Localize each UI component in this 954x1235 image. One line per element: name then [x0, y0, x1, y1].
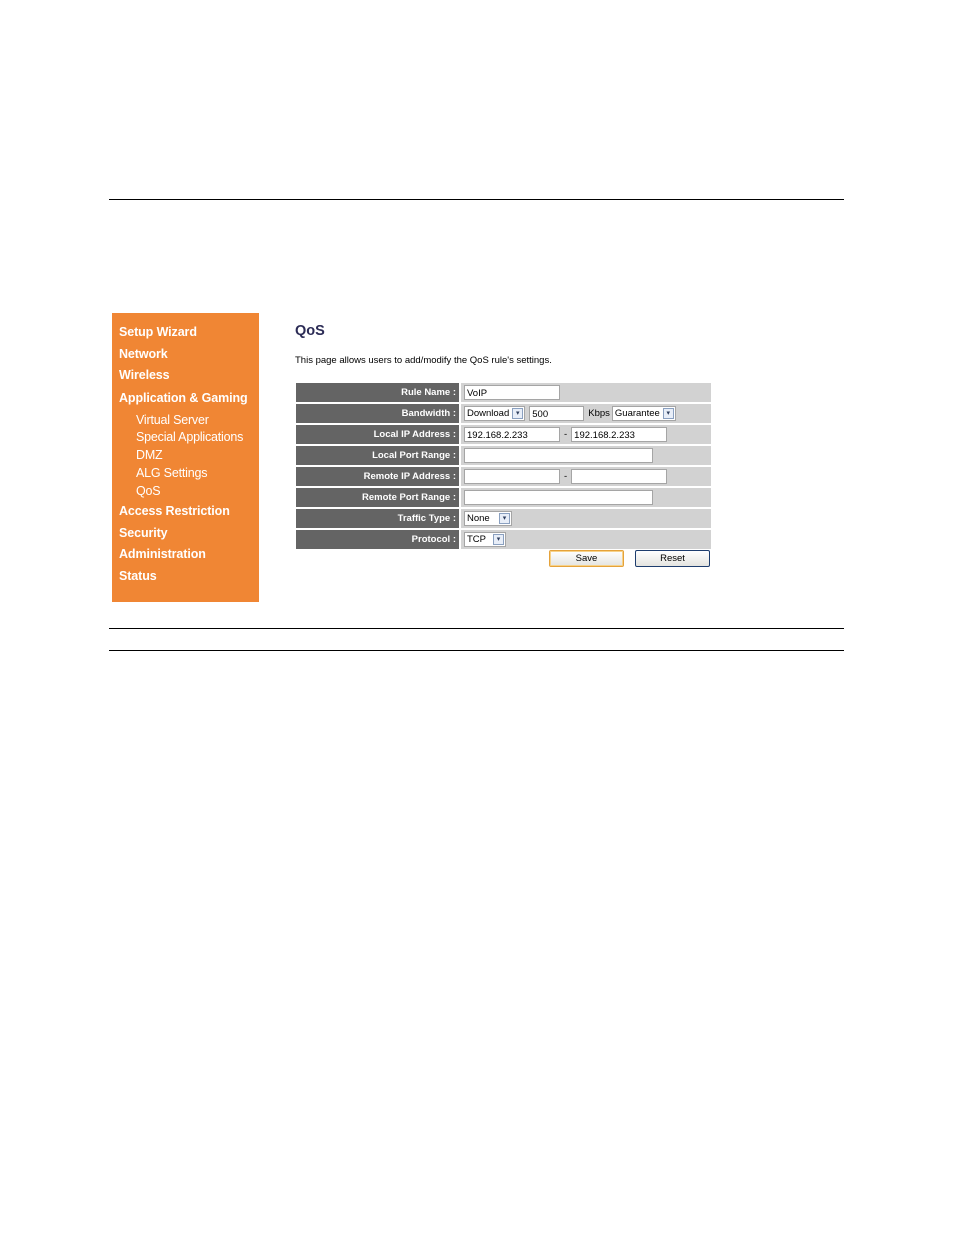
bandwidth-input[interactable]: 500 [529, 406, 585, 421]
local-ip-label: Local IP Address : [296, 425, 459, 444]
sidebar-item-setup-wizard[interactable]: Setup Wizard [119, 325, 197, 339]
chevron-down-icon[interactable]: ▾ [493, 534, 504, 545]
bandwidth-cell: Download ▾ 500 Kbps Guarantee ▾ [461, 404, 711, 423]
sidebar-item-network[interactable]: Network [119, 347, 168, 361]
traffic-type-value: None [467, 513, 490, 524]
qos-rule-form: Rule Name : VoIP Bandwidth : Download ▾ … [296, 383, 711, 551]
bandwidth-mode-select[interactable]: Guarantee ▾ [611, 406, 676, 421]
sidebar-item-wireless[interactable]: Wireless [119, 368, 170, 382]
row-local-port: Local Port Range : [296, 446, 711, 465]
remote-ip-start-input[interactable] [464, 469, 560, 484]
sidebar-item-access-restriction[interactable]: Access Restriction [119, 504, 230, 518]
remote-ip-end-input[interactable] [571, 469, 668, 484]
remote-port-label: Remote Port Range : [296, 488, 459, 507]
bandwidth-unit: Kbps [588, 408, 610, 419]
rule-name-input[interactable]: VoIP [464, 385, 560, 400]
save-button[interactable]: Save [549, 550, 624, 567]
sidebar-item-administration[interactable]: Administration [119, 547, 206, 561]
page-description: This page allows users to add/modify the… [295, 355, 552, 366]
sidebar-subitem-virtual-server[interactable]: Virtual Server [136, 413, 209, 427]
local-port-cell [461, 446, 711, 465]
row-remote-ip: Remote IP Address : - [296, 467, 711, 486]
bandwidth-direction-value: Download [467, 408, 510, 419]
local-ip-start-input[interactable]: 192.168.2.233 [464, 427, 560, 442]
traffic-type-select[interactable]: None ▾ [464, 511, 512, 526]
rule-name-label: Rule Name : [296, 383, 459, 402]
rule-name-cell: VoIP [461, 383, 711, 402]
bottom-divider-upper [109, 628, 844, 629]
chevron-down-icon[interactable]: ▾ [499, 513, 510, 524]
remote-ip-label: Remote IP Address : [296, 467, 459, 486]
remote-port-cell [461, 488, 711, 507]
sidebar-subitem-special-applications[interactable]: Special Applications [136, 430, 243, 444]
top-divider [109, 199, 844, 200]
traffic-type-label: Traffic Type : [296, 509, 459, 528]
row-remote-port: Remote Port Range : [296, 488, 711, 507]
row-bandwidth: Bandwidth : Download ▾ 500 Kbps Guarante… [296, 404, 711, 423]
local-port-input[interactable] [464, 448, 653, 463]
sidebar-subitem-alg-settings[interactable]: ALG Settings [136, 466, 207, 480]
local-port-label: Local Port Range : [296, 446, 459, 465]
page-title: QoS [295, 323, 325, 339]
row-protocol: Protocol : TCP ▾ [296, 530, 711, 549]
row-local-ip: Local IP Address : 192.168.2.233 - 192.1… [296, 425, 711, 444]
remote-ip-cell: - [461, 467, 711, 486]
sidebar-item-status[interactable]: Status [119, 569, 157, 583]
bandwidth-mode-value: Guarantee [614, 408, 660, 419]
row-rule-name: Rule Name : VoIP [296, 383, 711, 402]
chevron-down-icon[interactable]: ▾ [662, 408, 674, 419]
sidebar-nav: Setup Wizard Network Wireless Applicatio… [112, 313, 259, 602]
traffic-type-cell: None ▾ [461, 509, 711, 528]
sidebar-subitem-dmz[interactable]: DMZ [136, 448, 163, 462]
chevron-down-icon[interactable]: ▾ [512, 408, 524, 419]
bottom-divider-lower [109, 650, 844, 651]
reset-button[interactable]: Reset [635, 550, 710, 567]
protocol-value: TCP [467, 534, 486, 545]
sidebar-subitem-qos[interactable]: QoS [136, 484, 161, 498]
protocol-cell: TCP ▾ [461, 530, 711, 549]
sidebar-item-security[interactable]: Security [119, 526, 168, 540]
remote-port-input[interactable] [464, 490, 653, 505]
remote-ip-separator: - [564, 471, 568, 482]
sidebar-item-application-gaming[interactable]: Application & Gaming [119, 391, 248, 405]
local-ip-cell: 192.168.2.233 - 192.168.2.233 [461, 425, 711, 444]
local-ip-end-input[interactable]: 192.168.2.233 [571, 427, 668, 442]
protocol-label: Protocol : [296, 530, 459, 549]
row-traffic-type: Traffic Type : None ▾ [296, 509, 711, 528]
protocol-select[interactable]: TCP ▾ [464, 532, 506, 547]
bandwidth-direction-select[interactable]: Download ▾ [464, 406, 526, 421]
local-ip-separator: - [564, 429, 568, 440]
bandwidth-label: Bandwidth : [296, 404, 459, 423]
